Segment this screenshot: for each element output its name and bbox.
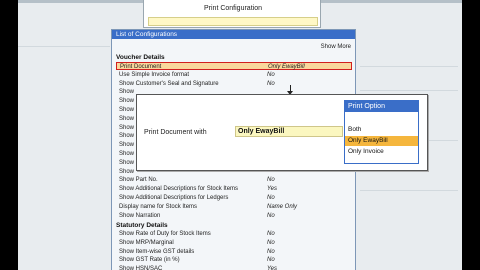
config-row[interactable]: Print Document Only EwayBill bbox=[116, 62, 352, 70]
config-row-label: Print Document bbox=[120, 64, 162, 70]
config-row-label: Show MRP/Marginal bbox=[119, 239, 174, 246]
config-row-label: Show bbox=[119, 124, 135, 131]
background-line bbox=[360, 66, 458, 67]
config-row-label: Show HSN/SAC bbox=[119, 266, 163, 270]
config-row[interactable]: Show Part No. No bbox=[119, 176, 351, 184]
config-row-label: Show bbox=[119, 115, 135, 122]
config-row[interactable]: Show Narration No bbox=[119, 212, 351, 220]
config-row-value: Yes bbox=[267, 186, 278, 193]
config-row-value: No bbox=[267, 239, 275, 246]
config-row[interactable]: Display name for Stock Items Name Only bbox=[119, 203, 351, 211]
config-row[interactable]: Show HSN/SAC Yes bbox=[119, 265, 351, 270]
config-row-value: Yes bbox=[267, 266, 278, 270]
config-row-label: Show Customer's Seal and Signature bbox=[119, 80, 219, 87]
config-row-label: Display name for Stock Items bbox=[119, 203, 198, 210]
config-row-label: Show bbox=[119, 159, 135, 166]
show-more-button[interactable]: Show More bbox=[321, 44, 351, 50]
statutory-details-heading: Statutory Details bbox=[116, 222, 168, 229]
config-row-label: Show Rate of Duty for Stock Items bbox=[119, 231, 211, 237]
config-row-value: No bbox=[267, 248, 275, 255]
config-row-value: Name Only bbox=[267, 203, 298, 210]
config-row-value: Only EwayBill bbox=[268, 64, 305, 70]
config-row-label: Show Additional Descriptions for Ledgers bbox=[119, 195, 229, 201]
config-row-label: Show bbox=[119, 89, 135, 96]
config-row-label: Show Additional Descriptions for Stock I… bbox=[119, 186, 239, 193]
config-row-label: Show bbox=[119, 107, 135, 113]
config-row-label: Show bbox=[119, 98, 135, 105]
print-document-with-label: Print Document with bbox=[144, 129, 207, 136]
config-row[interactable]: Show GST Rate (in %) No bbox=[119, 256, 351, 264]
tally-window: Print Configuration List of Configuratio… bbox=[0, 0, 480, 270]
config-row[interactable]: Show Item-wise GST details No bbox=[119, 248, 351, 256]
print-document-with-input[interactable]: Only EwayBill bbox=[235, 126, 343, 137]
config-row[interactable]: Show Rate of Duty for Stock Items No bbox=[119, 230, 351, 238]
right-black-bar bbox=[462, 0, 480, 270]
left-black-bar bbox=[0, 0, 18, 270]
config-row-value: No bbox=[267, 71, 275, 78]
config-row-value: No bbox=[267, 257, 275, 264]
config-row[interactable]: Show MRP/Marginal No bbox=[119, 239, 351, 247]
config-row-label: Show bbox=[119, 151, 135, 157]
background-line bbox=[18, 46, 110, 47]
config-row-label: Show GST Rate (in %) bbox=[119, 257, 180, 264]
config-row-value: No bbox=[267, 231, 275, 237]
config-row-value: No bbox=[267, 212, 275, 219]
config-row[interactable]: Show Additional Descriptions for Ledgers… bbox=[119, 194, 351, 202]
config-row-label: Show Narration bbox=[119, 212, 161, 219]
print-configuration-header: Print Configuration bbox=[143, 0, 321, 28]
config-row-value: No bbox=[267, 195, 275, 201]
config-row-value: No bbox=[267, 80, 275, 87]
config-row-label: Show bbox=[119, 133, 135, 140]
config-row-label: Show Item-wise GST details bbox=[119, 248, 195, 255]
background-line bbox=[360, 190, 458, 191]
print-option-title: Print Option bbox=[345, 101, 418, 112]
background-line bbox=[360, 90, 458, 91]
print-option-item[interactable]: Only EwayBill bbox=[345, 136, 418, 146]
config-row-value: No bbox=[267, 177, 275, 184]
print-configuration-title: Print Configuration bbox=[204, 5, 262, 12]
config-row[interactable]: Use Simple Invoice format No bbox=[119, 71, 351, 79]
panel-title: List of Configurations bbox=[112, 30, 355, 39]
print-option-item[interactable]: Both bbox=[345, 125, 418, 135]
print-option-item[interactable]: Only Invoice bbox=[345, 147, 418, 157]
print-configuration-field[interactable] bbox=[148, 17, 318, 26]
print-option-list: Print Option Both Only EwayBill Only Invoi… bbox=[344, 100, 419, 164]
config-row-label: Show bbox=[119, 168, 135, 175]
config-row-label: Show bbox=[119, 142, 135, 149]
voucher-details-heading: Voucher Details bbox=[116, 54, 165, 61]
config-row-label: Use Simple Invoice format bbox=[119, 71, 190, 78]
config-row[interactable]: Show Additional Descriptions for Stock I… bbox=[119, 185, 351, 193]
config-row-label: Show Part No. bbox=[119, 177, 158, 184]
config-row[interactable]: Show Customer's Seal and Signature No bbox=[119, 80, 351, 88]
